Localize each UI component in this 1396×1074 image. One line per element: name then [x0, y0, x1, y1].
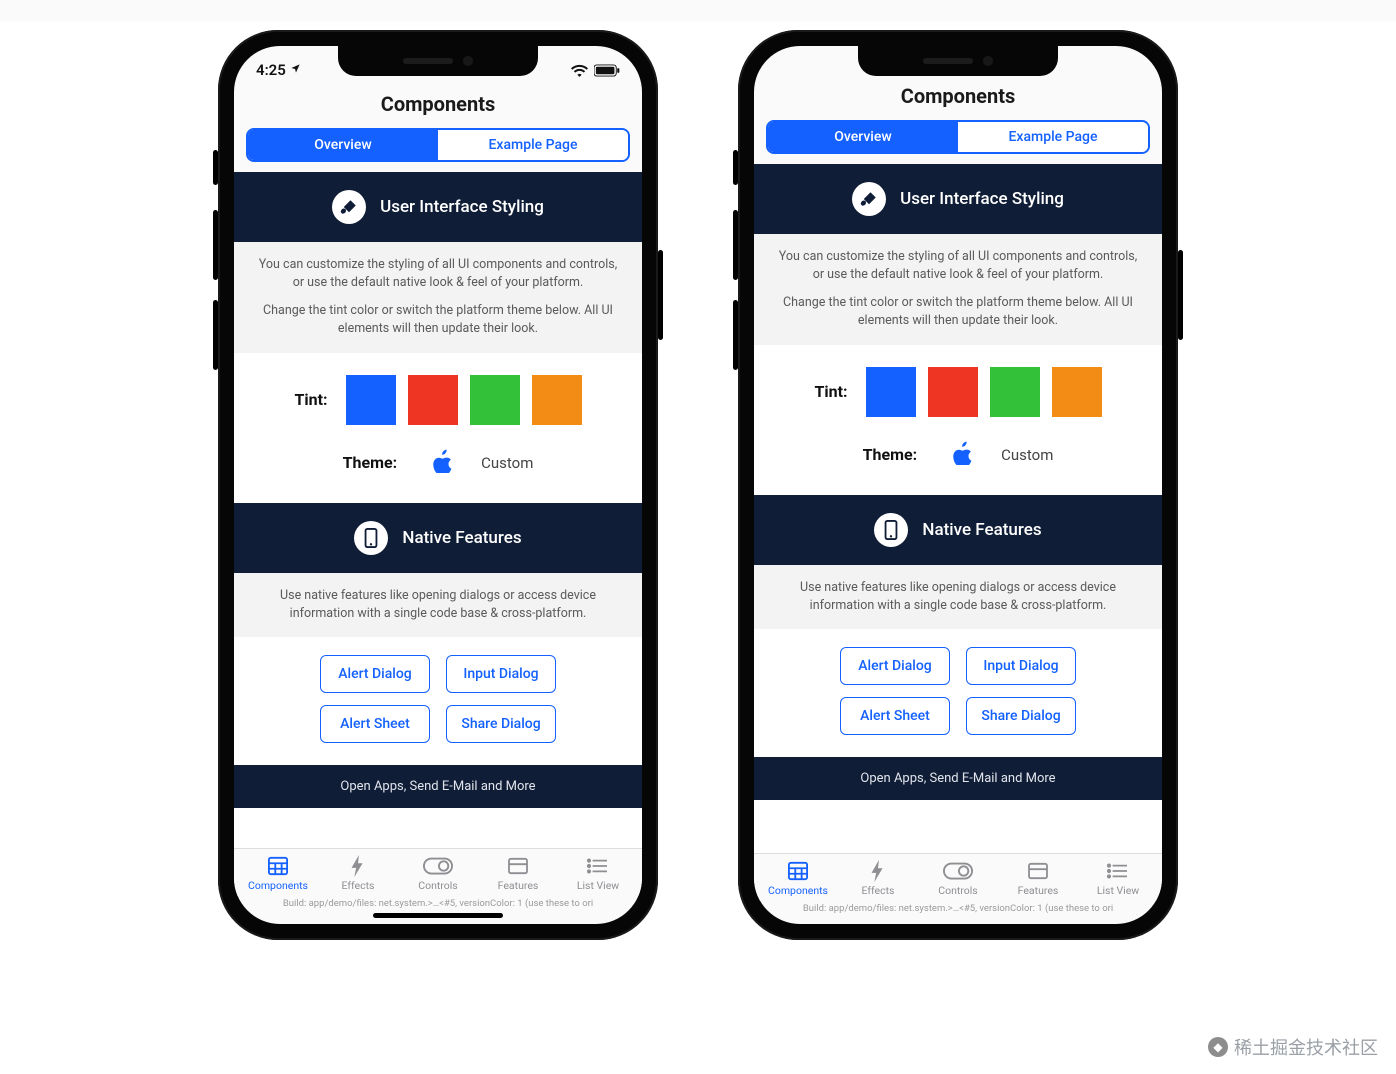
toggle-icon: [943, 860, 973, 882]
theme-custom-option[interactable]: Custom: [481, 454, 533, 472]
alert-sheet-button[interactable]: Alert Sheet: [840, 697, 950, 735]
page-title: Components: [754, 84, 1162, 108]
description-ui-styling: You can customize the styling of all UI …: [754, 234, 1162, 345]
tint-row: Tint:: [234, 353, 642, 435]
tab-features[interactable]: Features: [998, 860, 1078, 897]
tint-swatch-blue[interactable]: [866, 367, 916, 417]
description-native-features: Use native features like opening dialogs…: [234, 573, 642, 637]
watermark-icon: ◆: [1208, 1037, 1228, 1057]
tab-controls[interactable]: Controls: [918, 860, 998, 897]
theme-label: Theme:: [863, 445, 918, 464]
toggle-icon: [423, 855, 453, 877]
page-title: Components: [234, 92, 642, 116]
section-sub-footer: Open Apps, Send E-Mail and More: [234, 765, 642, 808]
tab-controls[interactable]: Controls: [398, 855, 478, 892]
device-notch: [858, 46, 1058, 76]
list-icon: [1107, 860, 1129, 882]
share-dialog-button[interactable]: Share Dialog: [446, 705, 556, 743]
apple-icon[interactable]: [951, 441, 973, 469]
tab-list-view[interactable]: List View: [558, 855, 638, 892]
phone-frame-left: 4:25 Components Overview: [218, 30, 658, 940]
theme-row: Theme: Custom: [234, 435, 642, 503]
phone-frame-right: Components Overview Example Page User In…: [738, 30, 1178, 940]
tint-swatch-orange[interactable]: [532, 375, 582, 425]
brush-icon: [852, 182, 886, 216]
alert-sheet-button[interactable]: Alert Sheet: [320, 705, 430, 743]
share-dialog-button[interactable]: Share Dialog: [966, 697, 1076, 735]
segment-example-page[interactable]: Example Page: [958, 122, 1148, 152]
segment-example-page[interactable]: Example Page: [438, 130, 628, 160]
theme-label: Theme:: [343, 453, 398, 472]
tab-features[interactable]: Features: [478, 855, 558, 892]
device-notch: [338, 46, 538, 76]
bolt-icon: [871, 860, 885, 882]
section-sub-footer: Open Apps, Send E-Mail and More: [754, 757, 1162, 800]
tint-swatch-green[interactable]: [470, 375, 520, 425]
tint-swatch-orange[interactable]: [1052, 367, 1102, 417]
tab-effects[interactable]: Effects: [318, 855, 398, 892]
segmented-control: Overview Example Page: [766, 120, 1150, 154]
tab-list-view[interactable]: List View: [1078, 860, 1158, 897]
theme-row: Theme: Custom: [754, 427, 1162, 495]
alert-dialog-button[interactable]: Alert Dialog: [840, 647, 950, 685]
tab-components[interactable]: Components: [758, 860, 838, 897]
nav-header: Components: [754, 76, 1162, 114]
dialog-buttons: Alert Dialog Input Dialog Alert Sheet Sh…: [754, 629, 1162, 757]
tint-swatch-red[interactable]: [408, 375, 458, 425]
section-header-ui-styling: User Interface Styling: [754, 164, 1162, 234]
section-header-ui-styling: User Interface Styling: [234, 172, 642, 242]
tint-swatch-blue[interactable]: [346, 375, 396, 425]
segment-overview[interactable]: Overview: [248, 130, 438, 160]
section-header-native-features: Native Features: [234, 503, 642, 573]
input-dialog-button[interactable]: Input Dialog: [446, 655, 556, 693]
location-arrow-icon: [290, 63, 301, 74]
theme-custom-option[interactable]: Custom: [1001, 446, 1053, 464]
tint-swatch-green[interactable]: [990, 367, 1040, 417]
grid-icon: [267, 855, 289, 877]
card-icon: [507, 855, 529, 877]
section-header-native-features: Native Features: [754, 495, 1162, 565]
wifi-icon: [571, 64, 588, 77]
tab-bar: Components Effects Controls Features Lis…: [234, 848, 642, 896]
tint-swatch-red[interactable]: [928, 367, 978, 417]
input-dialog-button[interactable]: Input Dialog: [966, 647, 1076, 685]
tint-row: Tint:: [754, 345, 1162, 427]
description-native-features: Use native features like opening dialogs…: [754, 565, 1162, 629]
description-ui-styling: You can customize the styling of all UI …: [234, 242, 642, 353]
tab-bar: Components Effects Controls Features Lis…: [754, 853, 1162, 901]
phone-icon: [354, 521, 388, 555]
battery-icon: [594, 64, 620, 77]
bolt-icon: [351, 855, 365, 877]
segment-overview[interactable]: Overview: [768, 122, 958, 152]
status-time: 4:25: [256, 61, 301, 79]
home-indicator[interactable]: [373, 913, 503, 918]
tab-components[interactable]: Components: [238, 855, 318, 892]
watermark: ◆ 稀土掘金技术社区: [1208, 1034, 1378, 1060]
dialog-buttons: Alert Dialog Input Dialog Alert Sheet Sh…: [234, 637, 642, 765]
card-icon: [1027, 860, 1049, 882]
grid-icon: [787, 860, 809, 882]
list-icon: [587, 855, 609, 877]
phone-icon: [874, 513, 908, 547]
build-footer: Build: app/demo/files: net.system.>…<#5,…: [234, 896, 642, 909]
tab-effects[interactable]: Effects: [838, 860, 918, 897]
tint-label: Tint:: [294, 390, 327, 409]
alert-dialog-button[interactable]: Alert Dialog: [320, 655, 430, 693]
brush-icon: [332, 190, 366, 224]
apple-icon[interactable]: [431, 449, 453, 477]
segmented-control: Overview Example Page: [246, 128, 630, 162]
nav-header: Components: [234, 84, 642, 122]
tint-label: Tint:: [814, 382, 847, 401]
build-footer: Build: app/demo/files: net.system.>…<#5,…: [754, 901, 1162, 914]
